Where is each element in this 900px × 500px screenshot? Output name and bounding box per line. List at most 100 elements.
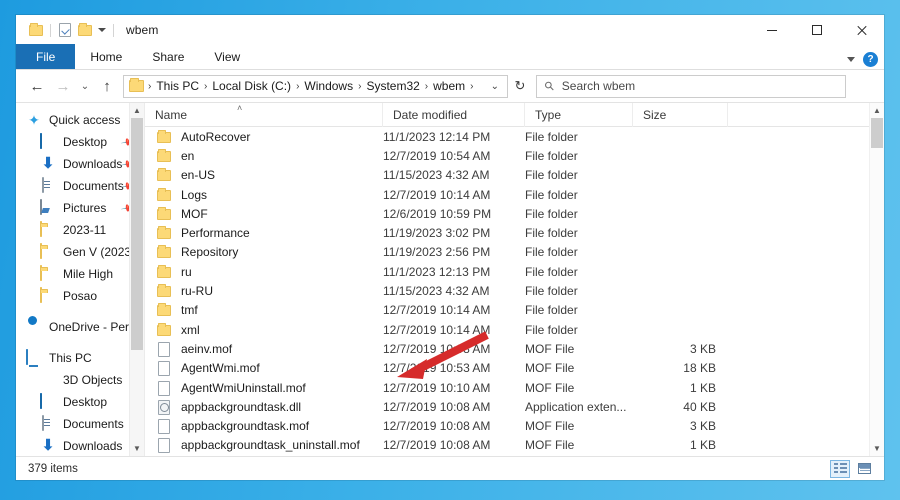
- sidebar-item-2023-11[interactable]: 2023-11: [16, 219, 144, 241]
- sidebar-item-desktop[interactable]: Desktop 📌: [16, 131, 144, 153]
- table-row[interactable]: appbackgroundtask.dll 12/7/2019 10:08 AM A…: [145, 397, 869, 416]
- minimize-button[interactable]: [749, 15, 794, 45]
- file-type-cell: File folder: [525, 148, 578, 163]
- breadcrumb-local-disk[interactable]: Local Disk (C:): [209, 79, 294, 93]
- chevron-down-icon[interactable]: [847, 57, 855, 62]
- file-date-cell: 12/7/2019 10:54 AM: [383, 148, 491, 163]
- table-row[interactable]: appbackgroundtask.mof 12/7/2019 10:08 AM M…: [145, 416, 869, 435]
- file-date-cell: 11/1/2023 12:14 PM: [383, 129, 491, 144]
- sidebar-item-pictures[interactable]: Pictures 📌: [16, 197, 144, 219]
- tab-home[interactable]: Home: [75, 44, 137, 69]
- table-row[interactable]: en-US 11/15/2023 4:32 AM File folder: [145, 166, 869, 185]
- cloud-icon: [26, 319, 42, 335]
- chevron-down-icon[interactable]: ⌄: [487, 81, 503, 92]
- file-type-cell: MOF File: [525, 361, 575, 376]
- scroll-up-icon[interactable]: ▲: [870, 103, 884, 118]
- navigation-pane: ✦ Quick access Desktop 📌 ⬇ Downloads 📌 D…: [16, 103, 144, 456]
- window-title: wbem: [126, 23, 159, 37]
- table-row[interactable]: xml 12/7/2019 10:14 AM File folder: [145, 320, 869, 339]
- scroll-down-icon[interactable]: ▼: [130, 441, 144, 456]
- close-button[interactable]: [839, 15, 884, 45]
- sidebar-item-mile-high[interactable]: Mile High: [16, 263, 144, 285]
- scroll-down-icon[interactable]: ▼: [870, 441, 884, 456]
- breadcrumb-separator-4[interactable]: ›: [423, 81, 430, 92]
- tab-view[interactable]: View: [199, 44, 255, 69]
- ribbon-tabs: File Home Share View ?: [16, 44, 884, 70]
- sidebar-item-label: Posao: [63, 289, 98, 303]
- table-row[interactable]: AutoRecover 11/1/2023 12:14 PM File folder: [145, 127, 869, 146]
- breadcrumb-separator-3[interactable]: ›: [356, 81, 363, 92]
- table-row[interactable]: ru 11/1/2023 12:13 PM File folder: [145, 262, 869, 281]
- sidebar-item-label: Documents: [63, 417, 124, 431]
- column-header-type[interactable]: Type: [525, 103, 633, 127]
- sidebar-item-3d-objects[interactable]: 3D Objects: [16, 369, 144, 391]
- table-row[interactable]: AgentWmi.mof 12/7/2019 10:53 AM MOF File 18…: [145, 359, 869, 378]
- table-row[interactable]: en 12/7/2019 10:54 AM File folder: [145, 146, 869, 165]
- tab-file[interactable]: File: [16, 44, 76, 69]
- column-header-size[interactable]: Size: [633, 103, 728, 127]
- refresh-button[interactable]: ↻: [508, 74, 532, 98]
- table-row[interactable]: tmf 12/7/2019 10:14 AM File folder: [145, 301, 869, 320]
- navigation-pane-scrollbar[interactable]: ▲ ▼: [129, 103, 144, 456]
- search-input[interactable]: ⚲ Search wbem: [536, 74, 846, 98]
- properties-icon[interactable]: [55, 19, 75, 41]
- breadcrumb[interactable]: › This PC › Local Disk (C:) › Windows › …: [123, 74, 508, 98]
- breadcrumb-separator-5[interactable]: ›: [468, 81, 475, 92]
- column-header-empty[interactable]: [728, 103, 884, 127]
- folder-icon: [157, 244, 173, 260]
- file-name-cell: appbackgroundtask.mof: [145, 418, 383, 435]
- scrollbar-thumb[interactable]: [131, 118, 143, 350]
- back-button[interactable]: ←: [24, 74, 50, 98]
- folder-icon[interactable]: [26, 19, 46, 41]
- file-name-label: Performance: [181, 226, 250, 241]
- maximize-button[interactable]: [794, 15, 839, 45]
- sidebar-item-documents[interactable]: Documents 📌: [16, 175, 144, 197]
- file-date-cell: 12/7/2019 10:08 AM: [383, 419, 491, 434]
- file-list-scrollbar[interactable]: ▲ ▼: [869, 103, 884, 456]
- table-row[interactable]: Logs 12/7/2019 10:14 AM File folder: [145, 185, 869, 204]
- forward-button[interactable]: →: [50, 74, 76, 98]
- table-row[interactable]: Performance 11/19/2023 3:02 PM File folder: [145, 223, 869, 242]
- sidebar-item-pc-desktop[interactable]: Desktop: [16, 391, 144, 413]
- scroll-up-icon[interactable]: ▲: [130, 103, 144, 118]
- tab-share[interactable]: Share: [137, 44, 199, 69]
- table-row[interactable]: aeinv.mof 12/7/2019 10:08 AM MOF File 3 KB: [145, 339, 869, 358]
- details-view-button[interactable]: [830, 459, 850, 478]
- breadcrumb-wbem[interactable]: wbem: [430, 79, 468, 93]
- sidebar-item-posao[interactable]: Posao: [16, 285, 144, 307]
- file-date-cell: 12/6/2019 10:59 PM: [383, 206, 492, 221]
- table-row[interactable]: AgentWmiUninstall.mof 12/7/2019 10:10 AM M…: [145, 378, 869, 397]
- folder-icon: [157, 206, 173, 222]
- new-folder-icon[interactable]: [75, 19, 95, 41]
- sidebar-item-gen-v[interactable]: Gen V (2023) Sea: [16, 241, 144, 263]
- breadcrumb-windows[interactable]: Windows: [301, 79, 356, 93]
- breadcrumb-system32[interactable]: System32: [363, 79, 422, 93]
- sidebar-item-quick-access[interactable]: ✦ Quick access: [16, 109, 144, 131]
- table-row[interactable]: Repository 11/19/2023 2:56 PM File folder: [145, 243, 869, 262]
- sidebar-item-pc-documents[interactable]: Documents: [16, 413, 144, 435]
- sidebar-item-onedrive[interactable]: OneDrive - Person: [16, 316, 144, 338]
- breadcrumb-this-pc[interactable]: This PC: [153, 79, 202, 93]
- view-buttons: [830, 459, 874, 478]
- scrollbar-thumb[interactable]: [871, 118, 883, 148]
- column-header-name[interactable]: Name ˄: [145, 103, 383, 127]
- tiles-view-button[interactable]: [854, 460, 874, 478]
- recent-locations-button[interactable]: ⌄: [76, 74, 94, 98]
- help-button[interactable]: ?: [863, 52, 878, 67]
- sidebar-item-pc-downloads[interactable]: ⬇ Downloads: [16, 435, 144, 456]
- file-name-cell: appbackgroundtask.dll: [145, 399, 383, 415]
- breadcrumb-separator-2[interactable]: ›: [294, 81, 301, 92]
- column-header-date-modified[interactable]: Date modified: [383, 103, 525, 127]
- sidebar-item-this-pc[interactable]: This PC: [16, 347, 144, 369]
- file-name-cell: en: [145, 148, 383, 164]
- file-list-pane: Name ˄ Date modified Type Size AutoRecov…: [144, 103, 884, 456]
- folder-icon: [40, 287, 56, 304]
- breadcrumb-separator-1[interactable]: ›: [202, 81, 209, 92]
- table-row[interactable]: ru-RU 11/15/2023 4:32 AM File folder: [145, 281, 869, 300]
- up-button[interactable]: ↑: [94, 74, 120, 98]
- table-row[interactable]: appbackgroundtask_uninstall.mof 12/7/2019…: [145, 436, 869, 455]
- table-row[interactable]: MOF 12/6/2019 10:59 PM File folder: [145, 204, 869, 223]
- sidebar-item-downloads[interactable]: ⬇ Downloads 📌: [16, 153, 144, 175]
- customize-caret-icon[interactable]: [98, 28, 106, 32]
- folder-icon: [157, 187, 173, 203]
